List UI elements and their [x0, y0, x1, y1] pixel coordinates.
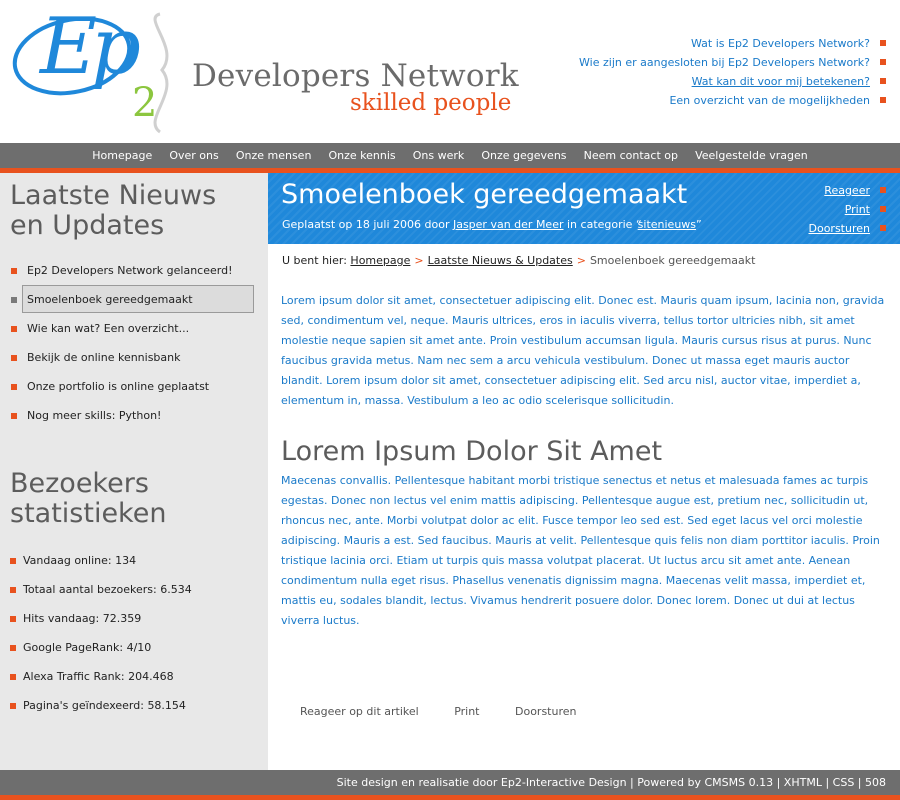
reageer-op-artikel-link[interactable]: Reageer op dit artikel [300, 705, 419, 718]
nav-item-over-ons[interactable]: Over ons [169, 143, 218, 168]
breadcrumb-separator: > [576, 254, 586, 267]
news-heading: Laatste Nieuws en Updates [10, 180, 217, 241]
grey-square-bullet [11, 297, 17, 303]
logo-tagline: skilled people [350, 90, 512, 116]
footer-credits: Site design en realisatie door Ep2-Inter… [336, 776, 886, 789]
orange-square-bullet [880, 206, 886, 212]
news-item[interactable]: Onze portfolio is online geplaatst [0, 372, 268, 401]
orange-square-bullet [880, 59, 886, 65]
orange-square-bullet [10, 674, 16, 680]
nav-item-onze-mensen[interactable]: Onze mensen [236, 143, 312, 168]
top-link[interactable]: Wat kan dit voor mij betekenen? [579, 72, 886, 91]
orange-square-bullet [10, 558, 16, 564]
orange-square-bullet [880, 40, 886, 46]
print-link[interactable]: Print [454, 705, 479, 718]
stat-item: Vandaag online: 134 [0, 546, 268, 575]
breadcrumb-current: Smoelenboek gereedgemaakt [589, 254, 756, 267]
orange-square-bullet [11, 268, 17, 274]
orange-square-bullet [11, 355, 17, 361]
orange-square-bullet [880, 225, 886, 231]
orange-square-bullet [880, 78, 886, 84]
logo-name: Developers Network [192, 58, 519, 94]
article-paragraph-1: Lorem ipsum dolor sit amet, consectetuer… [281, 294, 885, 407]
stats-heading: Bezoekers statistieken [10, 468, 167, 529]
top-link[interactable]: Wat is Ep2 Developers Network? [579, 34, 886, 53]
nav-item-homepage[interactable]: Homepage [92, 143, 152, 168]
orange-square-bullet [880, 187, 886, 193]
top-links: Wat is Ep2 Developers Network? Wie zijn … [579, 34, 886, 110]
action-print[interactable]: Print [809, 200, 886, 219]
orange-square-bullet [10, 587, 16, 593]
top-link[interactable]: Wie zijn er aangesloten bij Ep2 Develope… [579, 53, 886, 72]
nav-item-contact[interactable]: Neem contact op [584, 143, 678, 168]
article-paragraph-2: Maecenas convallis. Pellentesque habitan… [281, 474, 880, 627]
breadcrumb: U bent hier: Homepage > Laatste Nieuws & U… [282, 254, 756, 267]
news-item[interactable]: Wie kan wat? Een overzicht... [0, 314, 268, 343]
category-link[interactable]: sitenieuws [638, 218, 696, 231]
action-reageer[interactable]: Reageer [809, 181, 886, 200]
news-item[interactable]: Nog meer skills: Python! [0, 401, 268, 430]
orange-square-bullet [880, 97, 886, 103]
news-list: Ep2 Developers Network gelanceerd! Smoel… [0, 256, 268, 430]
nav-item-faq[interactable]: Veelgestelde vragen [695, 143, 808, 168]
breadcrumb-home-link[interactable]: Homepage [350, 254, 410, 267]
site-header: Ep 2 Developers Network skilled people W… [0, 0, 900, 143]
orange-square-bullet [11, 413, 17, 419]
stat-item: Google PageRank: 4/10 [0, 633, 268, 662]
nav-item-onze-gegevens[interactable]: Onze gegevens [481, 143, 566, 168]
stat-item: Alexa Traffic Rank: 204.468 [0, 662, 268, 691]
nav-item-onze-kennis[interactable]: Onze kennis [329, 143, 396, 168]
site-logo[interactable]: Ep 2 Developers Network skilled people [10, 2, 519, 136]
sidebar: Laatste Nieuws en Updates Ep2 Developers… [0, 173, 268, 770]
article-title: Smoelenboek gereedgemaakt [281, 179, 688, 210]
doorsturen-link[interactable]: Doorsturen [515, 705, 577, 718]
main-nav: Homepage Over ons Onze mensen Onze kenni… [0, 143, 900, 173]
article-meta: Geplaatst op 18 juli 2006 door Jasper va… [282, 218, 702, 231]
news-item[interactable]: Ep2 Developers Network gelanceerd! [0, 256, 268, 285]
stat-item: Totaal aantal bezoekers: 6.534 [0, 575, 268, 604]
author-link[interactable]: Jasper van der Meer [453, 218, 564, 231]
breadcrumb-section-link[interactable]: Laatste Nieuws & Updates [428, 254, 573, 267]
orange-square-bullet [11, 384, 17, 390]
breadcrumb-separator: > [414, 254, 424, 267]
logo-subscript-2: 2 [132, 80, 158, 126]
article-bottom-links: Reageer op dit artikel Print Doorsturen [300, 705, 609, 718]
article-subheading: Lorem Ipsum Dolor Sit Amet [281, 436, 663, 467]
news-item-active[interactable]: Smoelenboek gereedgemaakt [0, 285, 268, 314]
orange-square-bullet [10, 645, 16, 651]
news-item[interactable]: Bekijk de online kennisbank [0, 343, 268, 372]
action-doorsturen[interactable]: Doorsturen [809, 219, 886, 238]
stat-item: Pagina's geïndexeerd: 58.154 [0, 691, 268, 720]
orange-square-bullet [10, 616, 16, 622]
article-banner: Smoelenboek gereedgemaakt Geplaatst op 1… [268, 173, 900, 244]
stats-list: Vandaag online: 134 Totaal aantal bezoek… [0, 546, 268, 720]
top-link[interactable]: Een overzicht van de mogelijkheden [579, 91, 886, 110]
stat-item: Hits vandaag: 72.359 [0, 604, 268, 633]
logo-letter-e: Ep [40, 2, 141, 92]
site-footer: Site design en realisatie door Ep2-Inter… [0, 770, 900, 800]
nav-item-ons-werk[interactable]: Ons werk [413, 143, 465, 168]
article-actions: Reageer Print Doorsturen [809, 181, 886, 238]
orange-square-bullet [10, 703, 16, 709]
orange-square-bullet [11, 326, 17, 332]
